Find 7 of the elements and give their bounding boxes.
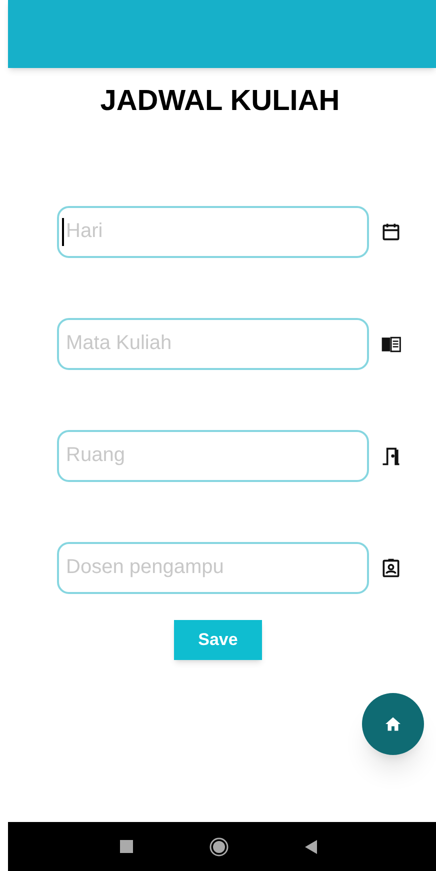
home-icon [384,715,402,733]
save-button[interactable]: Save [174,620,262,660]
page-title: JADWAL KULIAH [100,84,340,119]
id-badge-icon [380,556,402,578]
recents-icon[interactable] [120,840,132,853]
home-nav-icon[interactable] [208,836,228,856]
back-icon[interactable] [304,840,316,854]
